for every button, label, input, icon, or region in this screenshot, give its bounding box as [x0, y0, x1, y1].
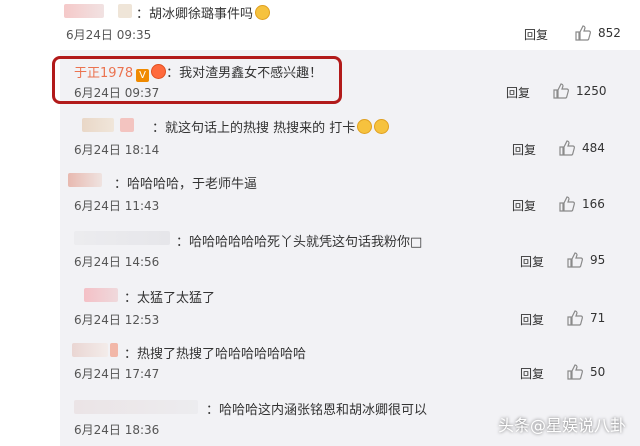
reply-time: 6月24日 18:36 [74, 423, 160, 437]
reply-button[interactable]: 回复 [524, 26, 548, 43]
reply-time: 6月24日 18:14 [74, 143, 160, 157]
thumbs-up-icon [559, 196, 575, 212]
reply-item: ：热搜了热搜了哈哈哈哈哈哈哈 6月24日 17:47 回复 50 [60, 337, 640, 393]
like-button[interactable]: 852 [574, 24, 621, 42]
emoji-icon [255, 5, 271, 20]
reply-button[interactable]: 回复 [520, 311, 544, 328]
reply-button[interactable]: 回复 [506, 84, 530, 101]
reply-text: ：太猛了太猛了 [124, 291, 216, 306]
thumbs-up-icon [559, 140, 575, 156]
highlight-box [52, 56, 342, 104]
comment-time: 6月24日 09:35 [66, 28, 152, 42]
blurred-username [74, 400, 198, 414]
reply-time: 6月24日 12:53 [74, 313, 160, 327]
thumbs-up-icon [567, 252, 583, 268]
reply-item: ：哈哈哈哈，于老师牛逼 6月24日 11:43 回复 166 [60, 165, 640, 221]
thumbs-up-icon [553, 83, 569, 99]
like-count: 50 [590, 365, 606, 379]
watermark: 头条@星娱说八卦 [497, 416, 626, 435]
like-button[interactable]: 484 [558, 139, 605, 157]
reply-item: ：太猛了太猛了 6月24日 12:53 回复 71 [60, 279, 640, 337]
blurred-username [120, 118, 134, 132]
thumbs-up-icon [575, 25, 591, 41]
like-count: 852 [598, 26, 621, 40]
reply-time: 6月24日 11:43 [74, 199, 160, 213]
like-button[interactable]: 166 [558, 195, 605, 213]
like-count: 71 [590, 311, 606, 325]
reply-text: ：热搜了热搜了哈哈哈哈哈哈哈 [124, 347, 307, 362]
blurred-username [82, 118, 114, 132]
blurred-username [68, 173, 102, 187]
reply-button[interactable]: 回复 [512, 197, 536, 214]
reply-time: 6月24日 14:56 [74, 255, 160, 269]
reply-item: ：就这句话上的热搜 热搜来的 打卡 6月24日 18:14 回复 484 [60, 108, 640, 165]
emoji-icon [374, 119, 390, 134]
blurred-username [110, 343, 118, 357]
blurred-username [64, 4, 104, 18]
like-button[interactable]: 71 [566, 309, 605, 327]
like-button[interactable]: 95 [566, 251, 605, 269]
reply-button[interactable]: 回复 [512, 141, 536, 158]
thumbs-up-icon [567, 310, 583, 326]
like-count: 95 [590, 253, 606, 267]
comment-text: ：胡冰卿徐璐事件吗 [136, 7, 254, 22]
like-button[interactable]: 1250 [552, 82, 607, 100]
reply-text: ：就这句话上的热搜 热搜来的 打卡 [152, 121, 356, 136]
blurred-username [74, 231, 170, 245]
replies-panel: 于正1978 V ：我对渣男鑫女不感兴趣！ 6月24日 09:37 回复 1250 … [60, 50, 640, 446]
reply-button[interactable]: 回复 [520, 365, 544, 382]
top-comment: ：胡冰卿徐璐事件吗 6月24日 09:35 回复 852 [0, 0, 640, 50]
blurred-username [118, 4, 132, 18]
like-count: 166 [582, 197, 605, 211]
blurred-username [84, 288, 118, 302]
like-count: 1250 [576, 84, 607, 98]
thumbs-up-icon [567, 364, 583, 380]
like-button[interactable]: 50 [566, 363, 605, 381]
reply-text: ：哈哈哈这内涵张铭恩和胡冰卿很可以 [206, 403, 428, 418]
reply-time: 6月24日 17:47 [74, 367, 160, 381]
reply-text: ：哈哈哈哈，于老师牛逼 [114, 177, 258, 192]
blurred-username [72, 343, 108, 357]
reply-button[interactable]: 回复 [520, 253, 544, 270]
reply-text: ：哈哈哈哈哈哈死丫头就凭这句话我粉你□ [176, 235, 423, 250]
emoji-icon [357, 119, 373, 134]
like-count: 484 [582, 141, 605, 155]
reply-item: ：哈哈哈哈哈哈死丫头就凭这句话我粉你□ 6月24日 14:56 回复 95 [60, 221, 640, 279]
